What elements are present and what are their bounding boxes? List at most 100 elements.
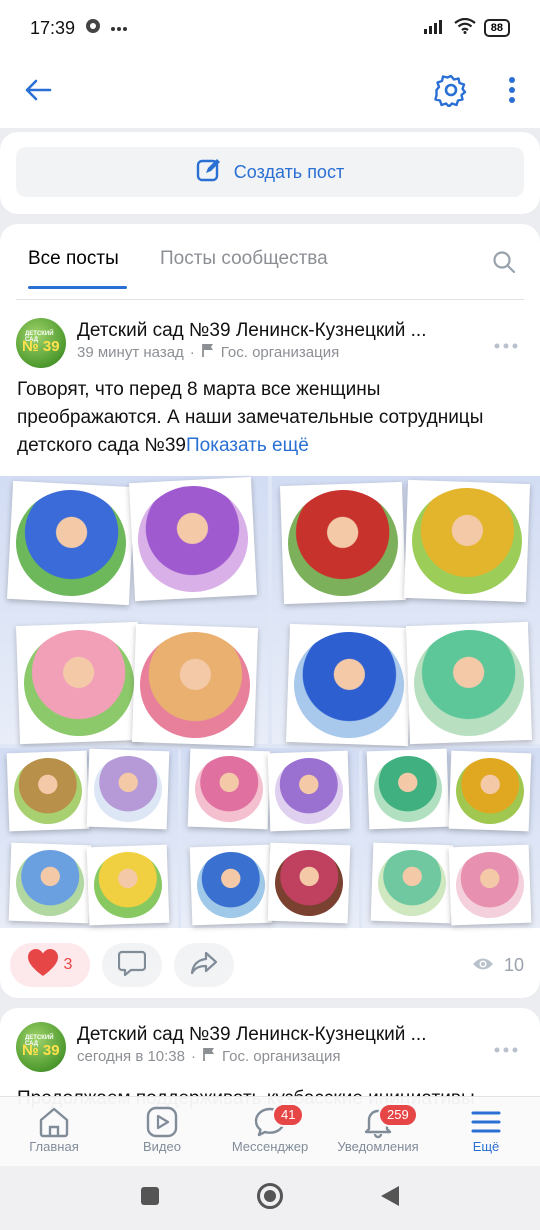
video-icon xyxy=(112,1105,212,1139)
tab-all-posts[interactable]: Все посты xyxy=(28,248,119,270)
post-more-icon[interactable] xyxy=(494,336,518,354)
nav-video-label: Видео xyxy=(143,1139,181,1154)
portrait-photo xyxy=(285,623,413,747)
post-author[interactable]: Детский сад №39 Ленинск-Кузнецкий ... xyxy=(77,320,427,342)
post-actions: 3 10 xyxy=(10,942,530,988)
active-tab-indicator xyxy=(28,286,127,289)
show-more-link[interactable]: Показать ещё xyxy=(186,435,309,456)
portrait-photo xyxy=(6,750,90,832)
nav-home-label: Главная xyxy=(29,1139,79,1154)
recent-apps-icon[interactable] xyxy=(140,1186,160,1211)
portrait-photo xyxy=(448,750,532,832)
photo-tile[interactable] xyxy=(181,748,359,928)
portrait-photo xyxy=(8,842,92,924)
portrait-photo xyxy=(403,479,531,603)
nav-more-label: Ещё xyxy=(472,1139,500,1154)
portrait-photo xyxy=(15,621,143,745)
views-counter: 10 xyxy=(472,955,530,976)
portrait-photo xyxy=(189,844,273,926)
signal-icon xyxy=(423,18,446,39)
portrait-photo xyxy=(86,748,170,830)
photo-tile[interactable] xyxy=(272,476,540,747)
post-category: Гос. организация xyxy=(220,343,340,361)
post-author[interactable]: Детский сад №39 Ленинск-Кузнецкий ... xyxy=(77,1024,427,1046)
bottom-navigation: Главная Видео Мессенджер 41 Уведомления … xyxy=(0,1096,540,1166)
nav-messenger-label: Мессенджер xyxy=(231,1139,309,1154)
portrait-photo xyxy=(86,844,170,926)
home-circle-icon[interactable] xyxy=(256,1182,284,1215)
flag-icon xyxy=(201,343,215,361)
status-bar: 17:39 88 xyxy=(0,0,540,56)
portrait-photo xyxy=(128,476,258,602)
more-vertical-icon[interactable] xyxy=(508,76,516,109)
post-time: сегодня в 10:38 xyxy=(77,1047,185,1065)
battery-indicator: 88 xyxy=(483,19,510,37)
community-avatar[interactable]: ДЕТСКИЙ САД № 39 xyxy=(16,1022,66,1072)
nav-home[interactable]: Главная xyxy=(4,1105,104,1154)
photo-grid[interactable] xyxy=(0,476,540,928)
comment-button[interactable] xyxy=(102,943,162,987)
like-button[interactable]: 3 xyxy=(10,943,90,987)
photo-tile[interactable] xyxy=(0,748,178,928)
nav-notifications-label: Уведомления xyxy=(337,1139,419,1154)
clock: 17:39 xyxy=(30,17,76,38)
portrait-photo xyxy=(448,844,532,926)
meta-separator: · xyxy=(191,1047,196,1065)
tab-community-posts[interactable]: Посты сообщества xyxy=(160,248,328,270)
portrait-photo xyxy=(370,842,454,924)
back-arrow-icon[interactable] xyxy=(24,78,52,107)
like-count: 3 xyxy=(63,956,73,973)
portrait-photo xyxy=(187,748,271,830)
settings-gear-icon[interactable] xyxy=(434,73,468,112)
chrome-icon xyxy=(85,18,101,39)
portrait-photo xyxy=(366,748,450,830)
avatar-text-number: № 39 xyxy=(22,338,60,355)
eye-icon xyxy=(472,955,494,976)
post-meta: 39 минут назад · Гос. организация xyxy=(77,343,339,361)
share-icon xyxy=(190,951,218,980)
portrait-photo xyxy=(267,750,351,832)
flag-icon xyxy=(202,1047,216,1065)
portrait-photo xyxy=(279,481,407,605)
nav-video[interactable]: Видео xyxy=(112,1105,212,1154)
menu-icon xyxy=(436,1105,536,1139)
create-post-button[interactable]: Создать пост xyxy=(16,147,524,197)
heart-icon xyxy=(27,948,58,982)
home-icon xyxy=(4,1105,104,1139)
portrait-photo xyxy=(267,842,351,924)
messenger-icon xyxy=(220,1105,320,1139)
search-icon[interactable] xyxy=(492,250,516,279)
nav-messenger[interactable]: Мессенджер 41 xyxy=(220,1103,320,1154)
post-header: ДЕТСКИЙ САД № 39 Детский сад №39 Ленинск… xyxy=(16,1020,524,1076)
messenger-badge: 41 xyxy=(272,1103,305,1127)
nav-notifications[interactable]: Уведомления 259 xyxy=(328,1103,428,1154)
views-count: 10 xyxy=(503,954,524,975)
more-notifications-icon xyxy=(111,19,128,37)
comment-icon xyxy=(117,950,147,981)
wifi-icon xyxy=(454,17,476,39)
top-app-bar xyxy=(0,56,540,128)
feed-tabs: Все посты Посты сообщества xyxy=(16,224,524,300)
compose-icon xyxy=(196,157,222,188)
notifications-badge: 259 xyxy=(378,1103,418,1127)
post-more-icon[interactable] xyxy=(494,1040,518,1058)
post-time: 39 минут назад xyxy=(77,343,184,361)
photo-tile[interactable] xyxy=(362,748,540,928)
post-header: ДЕТСКИЙ САД № 39 Детский сад №39 Ленинск… xyxy=(16,316,524,372)
share-button[interactable] xyxy=(174,943,234,987)
post-text: Говорят, что перед 8 марта все женщины п… xyxy=(17,376,517,460)
avatar-text-number: № 39 xyxy=(22,1042,60,1059)
photo-tile[interactable] xyxy=(0,476,268,747)
portrait-photo xyxy=(131,623,259,747)
portrait-photo xyxy=(6,480,136,606)
create-post-card: Создать пост xyxy=(0,132,540,214)
community-avatar[interactable]: ДЕТСКИЙ САД № 39 xyxy=(16,318,66,368)
feed-card: Все посты Посты сообщества ДЕТСКИЙ САД №… xyxy=(0,224,540,998)
post-category: Гос. организация xyxy=(222,1047,341,1065)
meta-separator: · xyxy=(189,343,195,361)
back-triangle-icon[interactable] xyxy=(380,1185,400,1212)
post-meta: сегодня в 10:38 · Гос. организация xyxy=(77,1047,340,1065)
system-navigation-bar xyxy=(0,1166,540,1230)
nav-more[interactable]: Ещё xyxy=(436,1105,536,1154)
portrait-photo xyxy=(405,621,533,745)
